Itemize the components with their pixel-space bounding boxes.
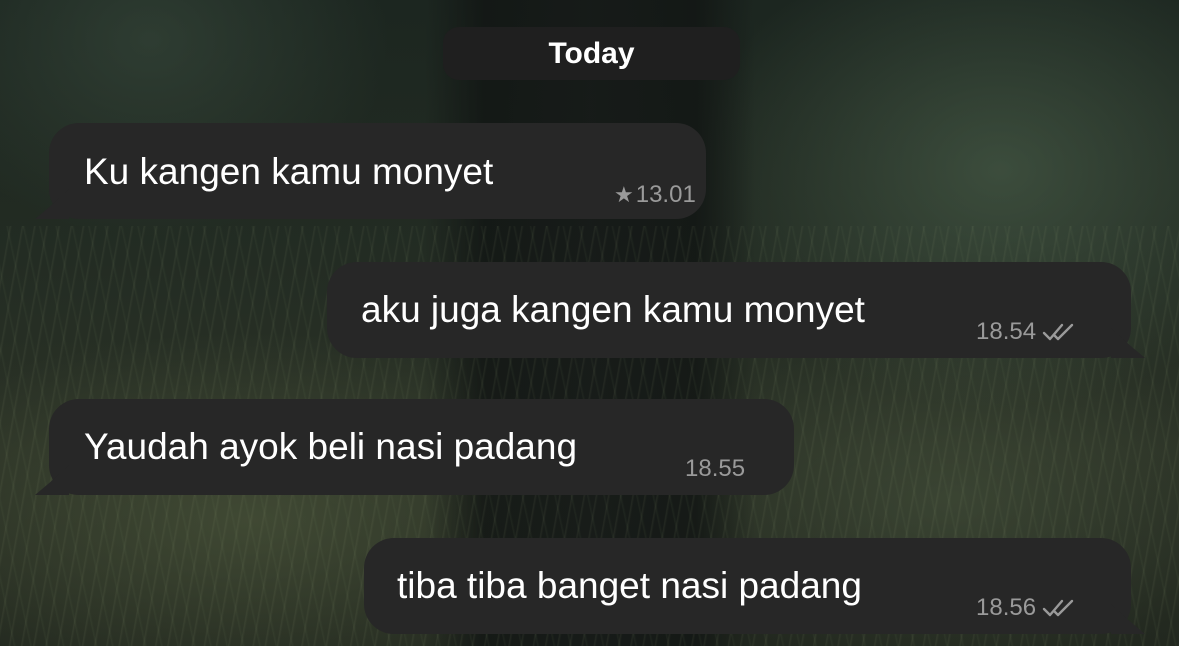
message-bubble-outgoing[interactable]: aku juga kangen kamu monyet 18.54 <box>327 262 1145 358</box>
message-bubble-outgoing[interactable]: tiba tiba banget nasi padang 18.56 <box>364 538 1145 634</box>
double-check-icon <box>1042 323 1074 341</box>
message-text: Ku kangen kamu monyet <box>84 151 494 192</box>
message-text: aku juga kangen kamu monyet <box>361 289 865 330</box>
message-meta: 18.55 <box>685 455 745 483</box>
bubble-tail <box>35 189 69 219</box>
message-time: 13.01 <box>635 181 696 208</box>
chat-view[interactable]: Today Ku kangen kamu monyet ★ 13.01 aku … <box>0 0 1179 646</box>
message-time: 18.55 <box>685 455 746 482</box>
double-check-icon <box>1042 599 1074 617</box>
message-time: 18.56 <box>976 594 1037 621</box>
message-text: tiba tiba banget nasi padang <box>397 565 862 606</box>
message-meta: ★ 13.01 <box>614 181 696 209</box>
star-icon: ★ <box>614 182 634 207</box>
date-divider: Today <box>443 27 740 80</box>
message-meta: 18.56 <box>976 594 1076 622</box>
message-meta: 18.54 <box>976 318 1076 346</box>
message-bubble-incoming[interactable]: Ku kangen kamu monyet ★ 13.01 <box>35 123 706 219</box>
message-time: 18.54 <box>976 318 1037 345</box>
date-divider-label: Today <box>548 36 635 70</box>
message-text: Yaudah ayok beli nasi padang <box>84 426 578 467</box>
message-bubble-incoming[interactable]: Yaudah ayok beli nasi padang 18.55 <box>35 399 794 495</box>
